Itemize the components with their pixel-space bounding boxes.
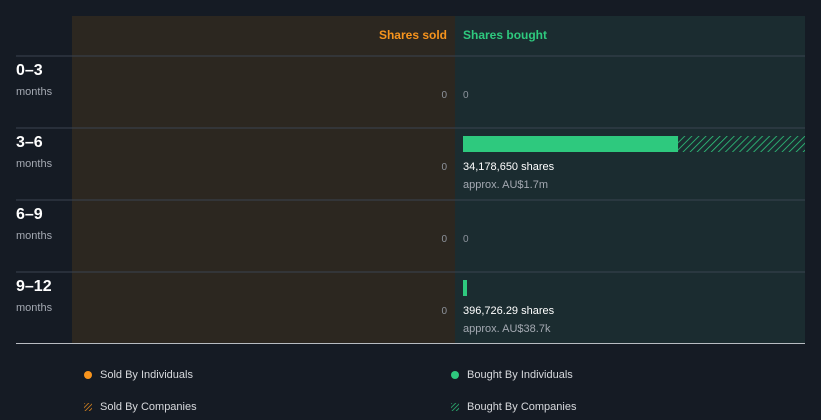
row-unit-label: months bbox=[16, 302, 53, 314]
sold-value-label: 0 bbox=[441, 162, 447, 173]
orange-dot-icon bbox=[84, 371, 92, 379]
sold-value-label: 0 bbox=[441, 306, 447, 317]
bought-value-label: 0 bbox=[463, 90, 469, 101]
legend-label: Sold By Companies bbox=[100, 401, 197, 413]
sold-value-label: 0 bbox=[441, 90, 447, 101]
sold-header: Shares sold bbox=[379, 28, 447, 42]
row-unit-label: months bbox=[16, 86, 53, 98]
legend-label: Bought By Individuals bbox=[467, 369, 573, 381]
legend-bought-individuals: Bought By Individuals bbox=[451, 369, 573, 381]
legend-sold-individuals: Sold By Individuals bbox=[84, 369, 193, 381]
row-range-label: 9–12 bbox=[16, 278, 52, 295]
row-range-label: 0–3 bbox=[16, 62, 43, 79]
legend-bought-companies: Bought By Companies bbox=[451, 401, 576, 413]
legend-label: Sold By Individuals bbox=[100, 369, 193, 381]
bought-individuals-bar bbox=[463, 280, 467, 296]
green-dot-icon bbox=[451, 371, 459, 379]
sold-panel bbox=[72, 16, 455, 344]
row-range-label: 3–6 bbox=[16, 134, 43, 151]
legend-label: Bought By Companies bbox=[467, 401, 577, 413]
green-hatch-icon bbox=[451, 403, 459, 411]
sold-value-label: 0 bbox=[441, 234, 447, 245]
bought-value-label: approx. AU$1.7m bbox=[463, 179, 548, 191]
legend-sold-companies: Sold By Companies bbox=[84, 401, 197, 413]
bought-companies-bar bbox=[678, 136, 805, 152]
bought-shares-label: 396,726.29 shares bbox=[463, 305, 555, 317]
insider-trading-chart: Shares sold Shares bought 0 0 0 34,178,650 … bbox=[16, 16, 805, 344]
bought-header: Shares bought bbox=[463, 28, 547, 42]
bought-individuals-bar bbox=[463, 136, 679, 152]
row-unit-label: months bbox=[16, 158, 53, 170]
row-range-label: 6–9 bbox=[16, 206, 43, 223]
row-unit-label: months bbox=[16, 230, 53, 242]
bought-value-label: approx. AU$38.7k bbox=[463, 323, 551, 335]
bought-value-label: 0 bbox=[463, 234, 469, 245]
orange-hatch-icon bbox=[84, 403, 92, 411]
bought-shares-label: 34,178,650 shares bbox=[463, 161, 555, 173]
